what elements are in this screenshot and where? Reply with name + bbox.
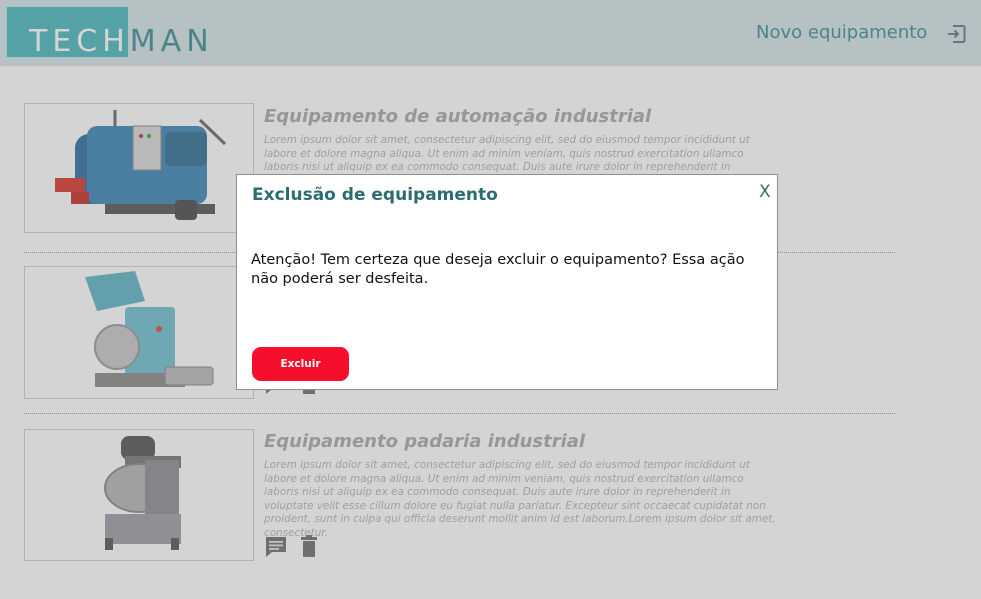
- delete-equipment-modal: Exclusão de equipamento X Atenção! Tem c…: [236, 174, 778, 390]
- modal-title: Exclusão de equipamento: [252, 185, 498, 205]
- modal-message: Atenção! Tem certeza que deseja excluir …: [251, 252, 745, 287]
- close-button[interactable]: X: [759, 182, 771, 202]
- delete-button[interactable]: Excluir: [252, 347, 349, 381]
